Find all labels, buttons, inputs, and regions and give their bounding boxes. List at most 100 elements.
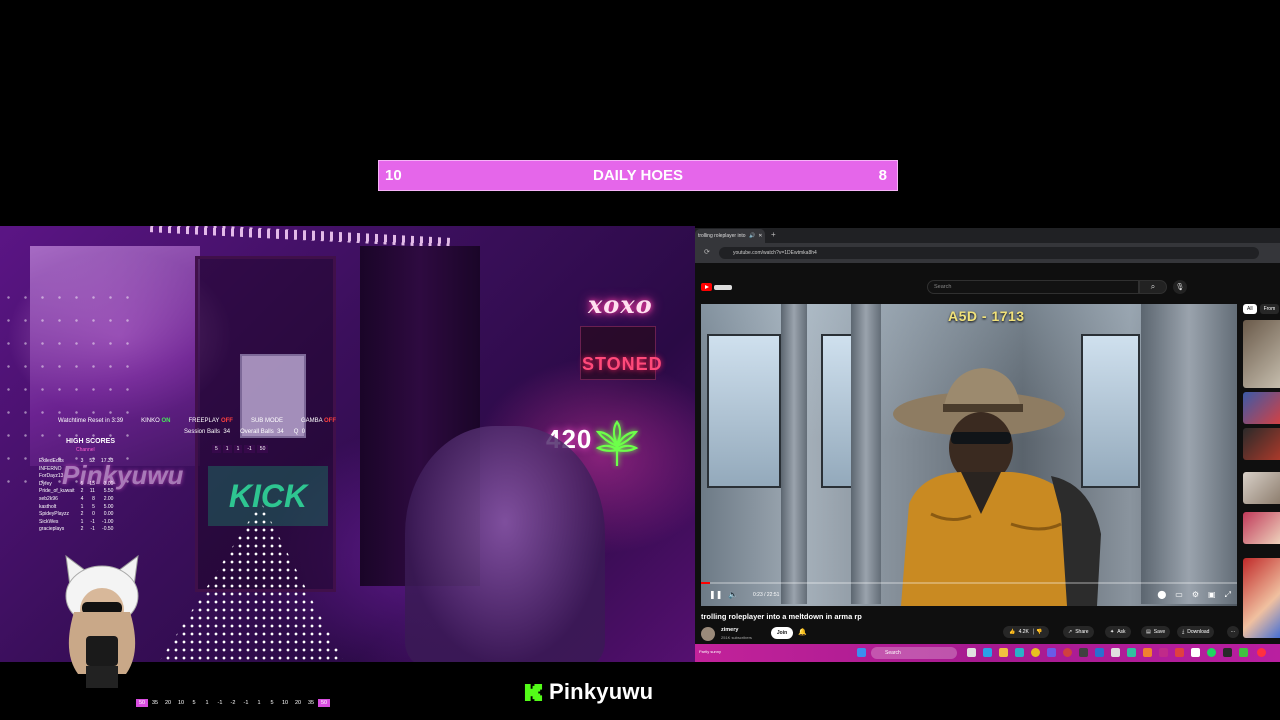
multiplier-cell: -1: [243, 700, 249, 706]
player-right-controls: ⬤ ▭ ⚙ ▣ ⤢: [1157, 590, 1231, 600]
search-icon[interactable]: ⌕: [1139, 280, 1167, 294]
video-player[interactable]: A5D - 1713 ❚❚ 🔈 0:23 / 22:51 ⬤ ▭ ⚙ ▣ ⤢: [701, 304, 1237, 606]
score-cell-a: 3: [80, 458, 84, 464]
high-scores-table: ExiledEdits 3 52 17.33 INFERNO ForDayz13 Dyfey…: [36, 458, 116, 534]
search-input[interactable]: Search: [927, 280, 1139, 294]
score-cell-b: [86, 473, 98, 481]
app-icon[interactable]: [1143, 648, 1152, 657]
channel-avatar[interactable]: [701, 627, 715, 641]
thumbs-up-icon: 👍: [1009, 629, 1016, 635]
app-icon[interactable]: [1127, 648, 1136, 657]
score-row: SickWes 1 -1 -1.00: [36, 519, 116, 527]
goal-right-value: 8: [878, 167, 887, 184]
youtube-header: Search ⌕ 🎙: [695, 277, 1280, 297]
browser-tab[interactable]: trolling roleplayer into a meltdown in a…: [695, 229, 765, 243]
app-icon[interactable]: [1191, 648, 1200, 657]
channel-name[interactable]: zimery: [721, 627, 738, 633]
app-icon[interactable]: [1047, 648, 1056, 657]
multiplier-cell: 50: [136, 699, 148, 707]
app-icon[interactable]: [1111, 648, 1120, 657]
new-tab-icon[interactable]: +: [771, 230, 776, 239]
toggle-gamba: GAMBA OFF: [300, 418, 336, 424]
task-view-icon[interactable]: [967, 648, 976, 657]
app-icon[interactable]: [1239, 648, 1248, 657]
score-row: seb2k96 4 8 2.00: [36, 496, 116, 504]
share-icon: ↗: [1068, 629, 1073, 635]
tab-close-icon[interactable]: ✕: [758, 233, 762, 239]
score-row: Pride_of_kuwait 2 11 5.50: [36, 488, 116, 496]
like-count: 4.2K: [1018, 629, 1029, 635]
share-button[interactable]: ↗ Share: [1063, 626, 1094, 638]
start-menu-icon[interactable]: [857, 648, 866, 657]
recommendation-chips: All From: [1243, 304, 1280, 314]
vehicle-plate-text: A5D - 1713: [948, 308, 1025, 324]
more-actions-icon[interactable]: ⋯: [1227, 626, 1239, 638]
like-button[interactable]: 👍 4.2K │ 👎: [1003, 626, 1049, 638]
recommended-video-thumbnail[interactable]: [1243, 320, 1280, 388]
app-icon[interactable]: [1095, 648, 1104, 657]
toggle-kinko: KINKO ON: [141, 418, 171, 424]
score-cell-b: 8: [92, 495, 95, 502]
chip-from[interactable]: From: [1259, 304, 1280, 314]
taskbar-search-input[interactable]: Search: [871, 647, 957, 659]
app-icon[interactable]: [1159, 648, 1168, 657]
thumbs-down-icon: │ 👎: [1031, 629, 1043, 635]
reload-icon[interactable]: ⟳: [704, 248, 710, 256]
score-cell-c: 0.00: [103, 511, 114, 518]
app-icon[interactable]: [1079, 648, 1088, 657]
save-button[interactable]: ▤ Save: [1141, 626, 1171, 638]
subtitles-icon[interactable]: ▭: [1175, 590, 1183, 600]
volume-icon[interactable]: 🔈: [728, 590, 738, 599]
save-label: Save: [1153, 629, 1166, 635]
bell-icon[interactable]: 🔔: [798, 628, 807, 636]
scene-pillar: [781, 304, 807, 604]
odds-row: 5 1 1 -1 50: [212, 445, 269, 454]
recommended-video-thumbnail[interactable]: [1243, 428, 1280, 460]
kick-logo-icon: [524, 683, 543, 701]
score-cell-b: 5: [92, 503, 95, 510]
ask-button[interactable]: ✦ Ask: [1105, 626, 1131, 638]
app-icon[interactable]: [1063, 648, 1072, 657]
high-scores-subtitle: Channel: [76, 447, 95, 453]
chrome-icon[interactable]: [1031, 648, 1040, 657]
scene-pillar: [1141, 304, 1237, 604]
spotify-icon[interactable]: [1207, 648, 1216, 657]
ask-label: Ask: [1117, 629, 1126, 635]
autoplay-toggle-icon[interactable]: ⬤: [1157, 590, 1166, 600]
multiplier-cell: -2: [230, 700, 236, 706]
pause-icon[interactable]: ❚❚: [709, 590, 722, 599]
score-cell-a: 4: [80, 495, 84, 502]
app-icon[interactable]: [1175, 648, 1184, 657]
download-label: Download: [1187, 629, 1210, 635]
odds-cell: 5: [212, 445, 221, 454]
fullscreen-icon[interactable]: ⤢: [1225, 590, 1231, 600]
youtube-logo-icon[interactable]: [701, 282, 737, 292]
multiplier-cell: 35: [307, 700, 315, 706]
recommended-video-thumbnail[interactable]: [1243, 512, 1280, 544]
score-cell-a: 1: [80, 503, 84, 510]
app-icon[interactable]: [1257, 648, 1266, 657]
app-icon[interactable]: [1223, 648, 1232, 657]
join-button[interactable]: Join: [771, 627, 793, 639]
scene-pillar: [851, 304, 881, 604]
url-field[interactable]: youtube.com/watch?v=1DEwtmka8h4: [719, 247, 1259, 259]
miniplayer-icon[interactable]: ▣: [1208, 590, 1216, 600]
microphone-icon[interactable]: 🎙: [1173, 280, 1187, 294]
file-explorer-icon[interactable]: [999, 648, 1008, 657]
download-button[interactable]: ⤓ Download: [1177, 626, 1215, 638]
score-row: INFERNO: [36, 466, 116, 474]
recommended-video-thumbnail[interactable]: [1243, 558, 1280, 638]
score-cell-a: 5: [80, 480, 84, 487]
download-icon: ⤓: [1182, 629, 1185, 635]
edge-browser-icon[interactable]: [1015, 648, 1024, 657]
score-cell-b: 0: [92, 511, 95, 518]
score-cell-c: [98, 473, 117, 481]
settings-gear-icon[interactable]: ⚙: [1192, 590, 1199, 600]
video-title[interactable]: trolling roleplayer into a meltdown in a…: [701, 612, 862, 621]
tab-audio-icon[interactable]: 🔊: [749, 233, 755, 239]
recommended-video-thumbnail[interactable]: [1243, 472, 1280, 504]
recommended-video-thumbnail[interactable]: [1243, 392, 1280, 424]
widgets-icon[interactable]: [983, 648, 992, 657]
score-cell-name: INFERNO: [39, 465, 62, 472]
chip-all[interactable]: All: [1243, 304, 1257, 314]
